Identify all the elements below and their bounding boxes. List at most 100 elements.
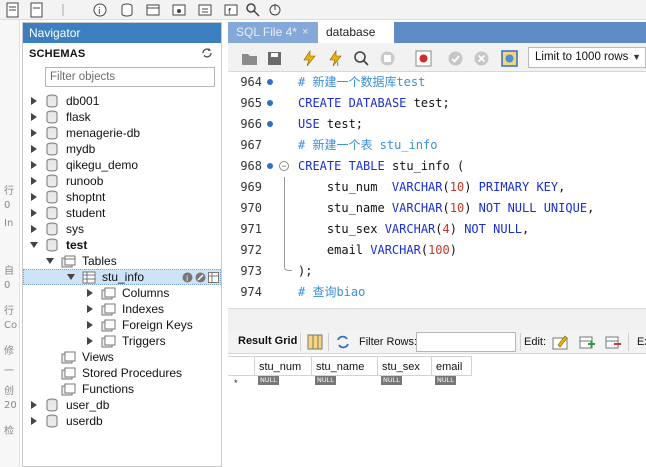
panel-splitter[interactable]: [228, 308, 646, 330]
expand-arrow-icon[interactable]: [29, 112, 39, 122]
save-icon[interactable]: [265, 49, 283, 67]
column-header-stu-name[interactable]: stu_name: [312, 356, 378, 376]
expand-arrow-icon[interactable]: [29, 208, 39, 218]
expand-arrow-icon[interactable]: [29, 176, 39, 186]
refresh-icon[interactable]: [334, 333, 352, 351]
fold-toggle-icon[interactable]: −: [279, 161, 289, 171]
new-sql-tab-icon[interactable]: [4, 1, 22, 18]
tree-item-functions[interactable]: Functions: [61, 381, 134, 397]
tree-item-tables[interactable]: Tables: [45, 253, 117, 269]
tree-item-menagerie-db[interactable]: menagerie-db: [29, 125, 140, 141]
result-grid[interactable]: stu_num stu_name stu_sex email * NULL NU…: [228, 354, 646, 467]
tree-item-stored-procedures[interactable]: Stored Procedures: [61, 365, 182, 381]
column-header-stu-num[interactable]: stu_num: [255, 356, 312, 376]
expand-arrow-icon[interactable]: [29, 192, 39, 202]
expand-arrow-icon[interactable]: [85, 288, 95, 298]
refresh-schemas-icon[interactable]: [201, 47, 213, 62]
code-line[interactable]: 974 # 查询biao: [228, 282, 646, 303]
tree-item-mydb[interactable]: mydb: [29, 141, 95, 157]
add-row-icon[interactable]: [578, 333, 596, 351]
execute-icon[interactable]: [300, 49, 318, 67]
grid-icon[interactable]: [208, 272, 219, 283]
tree-item-stu-info[interactable]: stu_info i: [23, 269, 221, 285]
column-header-stu-sex[interactable]: stu_sex: [378, 356, 432, 376]
explain-icon[interactable]: [352, 49, 370, 67]
tree-item-label: Tables: [82, 254, 117, 268]
reconnect-icon[interactable]: [266, 1, 284, 18]
autocommit-icon[interactable]: [500, 49, 518, 67]
code-line[interactable]: 964 # 新建一个数据库test: [228, 72, 646, 93]
code-line[interactable]: 968 − CREATE TABLE stu_info (: [228, 156, 646, 177]
code-comment: # 新建一个数据库test: [298, 75, 426, 89]
expand-arrow-icon[interactable]: [85, 336, 95, 346]
expand-arrow-icon[interactable]: [85, 304, 95, 314]
tree-item-test[interactable]: test: [29, 237, 87, 253]
tree-item-triggers[interactable]: Triggers: [85, 333, 166, 349]
expand-arrow-icon[interactable]: [29, 400, 39, 410]
create-function-icon[interactable]: f: [222, 1, 240, 18]
line-number: 970: [240, 201, 262, 215]
tree-item-views[interactable]: Views: [61, 349, 114, 365]
column-header-email[interactable]: email: [432, 356, 472, 376]
tree-item-label: user_db: [66, 398, 110, 412]
stop-icon[interactable]: [378, 49, 396, 67]
filter-objects-input[interactable]: [45, 67, 215, 87]
tree-item-runoob[interactable]: runoob: [29, 173, 103, 189]
statement-marker-icon: [267, 163, 273, 169]
expand-arrow-icon[interactable]: [29, 144, 39, 154]
tree-item-sys[interactable]: sys: [29, 221, 84, 237]
row-actions: i: [182, 272, 219, 283]
delete-row-icon[interactable]: [604, 333, 622, 351]
code-line[interactable]: 969 stu_num VARCHAR(10) PRIMARY KEY,: [228, 177, 646, 198]
code-line[interactable]: 966 USE test;: [228, 114, 646, 135]
collapse-arrow-icon[interactable]: [66, 272, 76, 282]
tree-item-shoptnt[interactable]: shoptnt: [29, 189, 105, 205]
expand-arrow-icon[interactable]: [29, 224, 39, 234]
commit-icon[interactable]: [446, 49, 464, 67]
rollback-icon[interactable]: [472, 49, 490, 67]
tree-item-columns[interactable]: Columns: [85, 285, 169, 301]
create-table-icon[interactable]: [144, 1, 162, 18]
collapse-arrow-icon[interactable]: [45, 256, 55, 266]
code-line[interactable]: 967 # 新建一个表 stu_info: [228, 135, 646, 156]
tree-item-student[interactable]: student: [29, 205, 105, 221]
wrench-icon[interactable]: [195, 272, 206, 283]
close-tab-icon[interactable]: ×: [302, 22, 308, 43]
code-line[interactable]: 970 stu_name VARCHAR(10) NOT NULL UNIQUE…: [228, 198, 646, 219]
create-procedure-icon[interactable]: [196, 1, 214, 18]
limit-rows-select[interactable]: Limit to 1000 rows ▼: [528, 47, 646, 68]
tab-sql-file-4[interactable]: SQL File 4* ×: [228, 22, 318, 43]
tree-item-qikegu-demo[interactable]: qikegu_demo: [29, 157, 138, 173]
execute-current-icon[interactable]: I: [326, 49, 344, 67]
code-line[interactable]: 971 stu_sex VARCHAR(4) NOT NULL,: [228, 219, 646, 240]
code-line[interactable]: 965 CREATE DATABASE test;: [228, 93, 646, 114]
tree-item-user-db[interactable]: user_db: [29, 397, 109, 413]
tree-item-foreign-keys[interactable]: Foreign Keys: [85, 317, 193, 333]
code-line[interactable]: 973);: [228, 261, 646, 282]
expand-arrow-icon[interactable]: [29, 128, 39, 138]
toggle-error-icon[interactable]: [414, 49, 432, 67]
result-grid-tab[interactable]: Result Grid: [238, 335, 297, 347]
open-sql-file-icon[interactable]: [28, 1, 46, 18]
tree-item-indexes[interactable]: Indexes: [85, 301, 164, 317]
tree-item-db001[interactable]: db001: [29, 93, 99, 109]
expand-arrow-icon[interactable]: [85, 320, 95, 330]
code-line[interactable]: 972 email VARCHAR(100): [228, 240, 646, 261]
search-table-data-icon[interactable]: [244, 1, 262, 18]
collapse-arrow-icon[interactable]: [29, 240, 39, 250]
filter-rows-input[interactable]: [416, 332, 516, 352]
create-schema-icon[interactable]: [118, 1, 136, 18]
grid-view-icon[interactable]: [306, 333, 324, 351]
expand-arrow-icon[interactable]: [29, 416, 39, 426]
schema-inspector-icon[interactable]: i: [92, 1, 110, 18]
edit-row-icon[interactable]: [551, 333, 569, 351]
tree-item-flask[interactable]: flask: [29, 109, 91, 125]
expand-arrow-icon[interactable]: [29, 160, 39, 170]
sql-code-editor[interactable]: 964 # 新建一个数据库test 965 CREATE DATABASE test;…: [228, 72, 646, 308]
tree-item-userdb[interactable]: userdb: [29, 413, 103, 429]
create-view-icon[interactable]: [170, 1, 188, 18]
info-icon[interactable]: i: [182, 272, 193, 283]
expand-arrow-icon[interactable]: [29, 96, 39, 106]
tab-database[interactable]: database: [318, 22, 394, 43]
open-file-icon[interactable]: [240, 49, 258, 67]
